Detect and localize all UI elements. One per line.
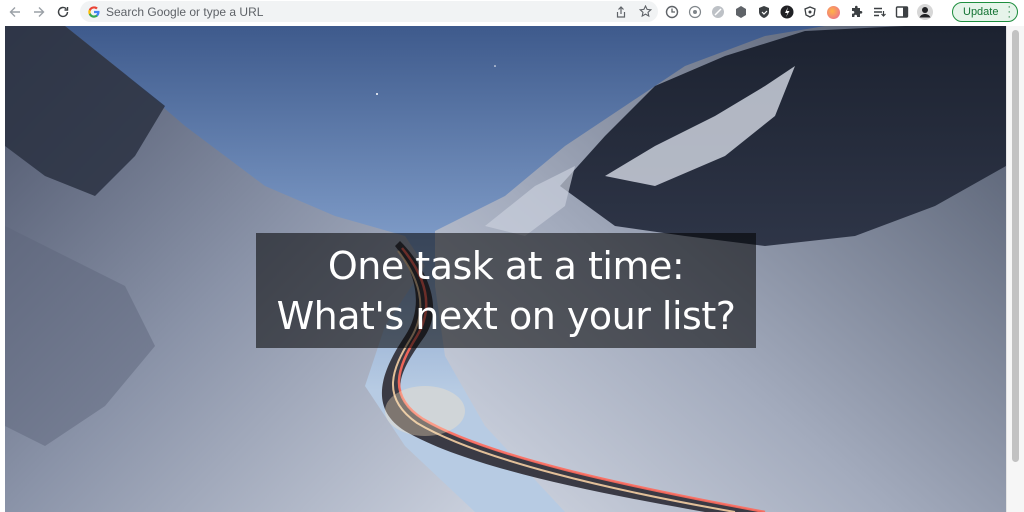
extension-3-icon[interactable] [710, 4, 726, 20]
scrollbar-thumb[interactable] [1012, 30, 1019, 462]
back-button[interactable] [3, 0, 27, 24]
extension-6-icon[interactable] [779, 4, 795, 20]
extension-5-icon[interactable] [756, 4, 772, 20]
bookmark-star-icon[interactable] [638, 5, 652, 19]
more-menu-icon[interactable]: · · · [1007, 2, 1011, 23]
puzzle-icon[interactable] [848, 4, 864, 20]
reading-list-icon[interactable] [871, 4, 887, 20]
forward-button[interactable] [27, 0, 51, 24]
browser-toolbar: Update ··· [0, 0, 1024, 24]
focus-prompt: One task at a time: What's next on your … [276, 243, 736, 338]
reload-icon [57, 6, 69, 18]
extension-1-icon[interactable] [664, 4, 680, 20]
side-panel-icon[interactable] [894, 4, 910, 20]
extension-7-icon[interactable] [802, 4, 818, 20]
extension-8-icon[interactable] [825, 4, 841, 20]
extension-4-icon[interactable] [733, 4, 749, 20]
update-button[interactable]: Update · · · [952, 2, 1018, 23]
update-label: Update [963, 6, 999, 18]
arrow-right-icon [34, 7, 45, 17]
share-icon[interactable] [614, 5, 628, 19]
focus-prompt-panel: One task at a time: What's next on your … [256, 233, 756, 348]
extension-2-icon[interactable] [687, 4, 703, 20]
extensions-bar [664, 0, 933, 24]
page-viewport: One task at a time: What's next on your … [5, 26, 1006, 512]
profile-avatar-icon[interactable] [917, 4, 933, 20]
arrow-left-icon [9, 7, 20, 17]
google-icon [88, 5, 100, 18]
address-bar[interactable] [80, 1, 658, 22]
search-input[interactable] [106, 4, 658, 19]
scrollbar[interactable] [1006, 26, 1024, 512]
reload-button[interactable] [51, 0, 75, 24]
